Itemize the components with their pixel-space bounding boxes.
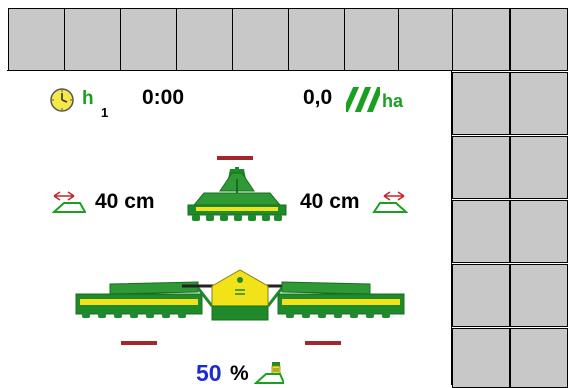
width-left-value: 40 cm <box>95 190 155 213</box>
softkey-right-6a[interactable] <box>452 328 510 388</box>
softkey-top-7[interactable] <box>344 8 401 71</box>
softkey-right-1b[interactable] <box>510 8 568 71</box>
area-value: 0,0 <box>303 86 333 109</box>
width-adjust-left-icon <box>52 191 86 213</box>
softkey-top-3[interactable] <box>120 8 177 71</box>
softkey-top-1[interactable] <box>8 8 65 71</box>
display-divider <box>7 70 452 71</box>
softkey-right-5b[interactable] <box>510 264 568 327</box>
softkey-right-6b[interactable] <box>510 328 568 388</box>
softkey-right-5a[interactable] <box>452 264 510 327</box>
softkey-right-2b[interactable] <box>510 72 568 135</box>
pressure-value: 50 <box>196 360 222 386</box>
softkey-top-5[interactable] <box>232 8 289 71</box>
softkey-right-4b[interactable] <box>510 200 568 263</box>
softkey-right-3b[interactable] <box>510 136 568 199</box>
softkey-right-4a[interactable] <box>452 200 510 263</box>
area-hatch-icon <box>346 87 380 112</box>
mower-rear-unit-icon <box>187 167 287 221</box>
softkey-right-row-6 <box>452 328 568 388</box>
softkey-right-3a[interactable] <box>452 136 510 199</box>
pressure-unit: % <box>230 362 249 385</box>
softkey-right-row-4 <box>452 200 568 263</box>
terminal-screen: h 1 0:00 0,0 ha 40 cm 40 cm 50 % <box>0 0 568 388</box>
hours-value: 0:00 <box>142 86 185 109</box>
clock-icon <box>50 88 74 112</box>
lift-indicator-top <box>217 156 253 160</box>
softkey-right-row-1 <box>452 8 568 71</box>
hours-unit: h <box>82 88 94 109</box>
relief-pressure-icon <box>254 362 284 384</box>
lift-indicator-right <box>305 341 341 345</box>
softkey-top-6[interactable] <box>288 8 345 71</box>
width-adjust-right-icon <box>372 191 408 213</box>
softkey-right-row-5 <box>452 264 568 327</box>
softkey-column-divider <box>451 70 452 385</box>
softkey-top-4[interactable] <box>176 8 233 71</box>
softkey-top-2[interactable] <box>64 8 121 71</box>
mower-front-units-icon <box>75 269 405 321</box>
softkey-right-1a[interactable] <box>452 8 510 71</box>
softkey-right-2a[interactable] <box>452 72 510 135</box>
area-unit: ha <box>382 91 404 111</box>
lift-indicator-left <box>121 341 157 345</box>
softkey-top-8[interactable] <box>398 8 454 71</box>
softkey-right-row-3 <box>452 136 568 199</box>
hours-counter-index: 1 <box>101 105 109 120</box>
softkey-right-row-2 <box>452 72 568 135</box>
width-right-value: 40 cm <box>300 190 360 213</box>
